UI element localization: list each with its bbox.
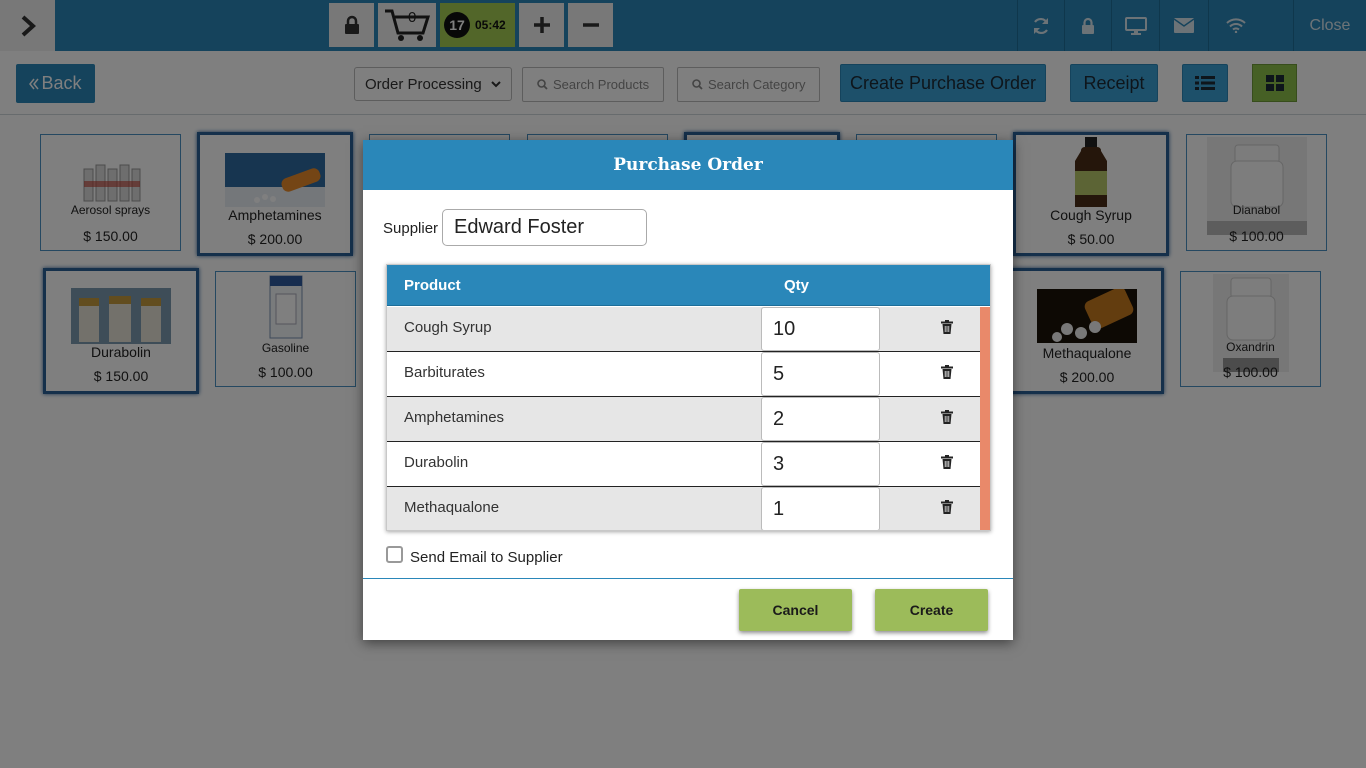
supplier-label: Supplier [383, 220, 439, 237]
trash-icon[interactable] [941, 455, 953, 469]
modal-footer: Cancel Create [363, 578, 1013, 640]
column-header-product: Product [404, 277, 461, 294]
qty-input[interactable]: 5 [761, 352, 880, 396]
row-product-name: Amphetamines [404, 409, 505, 426]
table-header: Product Qty [387, 265, 990, 306]
qty-input[interactable]: 2 [761, 397, 880, 441]
table-scrollbar[interactable] [980, 307, 990, 530]
qty-input[interactable]: 1 [761, 487, 880, 530]
row-product-name: Methaqualone [404, 499, 500, 516]
send-email-label: Send Email to Supplier [410, 549, 563, 566]
trash-icon[interactable] [941, 410, 953, 424]
table-row: Barbiturates 5 [387, 352, 980, 397]
table-row: Durabolin 3 [387, 442, 980, 487]
modal-title: Purchase Order [363, 140, 1013, 190]
create-button[interactable]: Create [875, 589, 988, 631]
row-product-name: Durabolin [404, 454, 469, 471]
table-row: Cough Syrup 10 [387, 307, 980, 352]
table-row: Amphetamines 2 [387, 397, 980, 442]
trash-icon[interactable] [941, 320, 953, 334]
trash-icon[interactable] [941, 365, 953, 379]
qty-input[interactable]: 10 [761, 307, 880, 351]
cancel-button[interactable]: Cancel [739, 589, 852, 631]
trash-icon[interactable] [941, 500, 953, 514]
qty-input[interactable]: 3 [761, 442, 880, 486]
table-row: Methaqualone 1 [387, 487, 980, 530]
supplier-field[interactable]: Edward Foster [442, 209, 647, 246]
purchase-order-table: Product Qty Cough Syrup 10 Barbiturates … [386, 264, 991, 531]
column-header-qty: Qty [784, 277, 810, 294]
row-product-name: Barbiturates [404, 364, 485, 381]
send-email-checkbox[interactable] [386, 546, 403, 563]
purchase-order-modal: Purchase Order Supplier Edward Foster Pr… [363, 140, 1013, 640]
row-product-name: Cough Syrup [404, 319, 492, 336]
